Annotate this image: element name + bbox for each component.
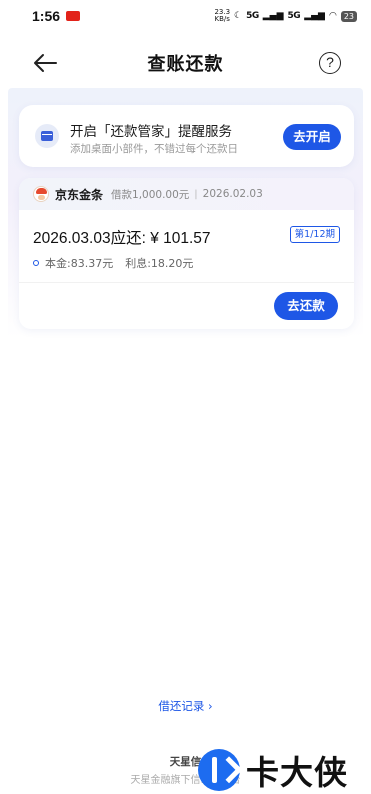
- watermark-text: 卡大侠: [246, 753, 348, 792]
- principal-amount: 本金:83.37元: [45, 257, 114, 270]
- separator: |: [194, 188, 198, 200]
- notification-icon: [66, 11, 81, 21]
- status-time: 1:56: [32, 8, 61, 24]
- repay-button[interactable]: 去还款: [274, 292, 338, 320]
- wifi-icon: ◠: [328, 11, 337, 21]
- signal-icon: 5G: [246, 11, 259, 21]
- reminder-subtitle: 添加桌面小部件，不错过每个还款日: [70, 143, 238, 155]
- loan-records-link[interactable]: 借还记录 ›: [0, 698, 371, 714]
- brand-name: 京东金条: [55, 187, 104, 202]
- loan-card: 京东金条 借款1,000.00元 | 2026.02.03 2026.03.03…: [19, 178, 354, 329]
- watermark: 卡大侠: [198, 746, 371, 794]
- period-badge: 第1/12期: [289, 226, 340, 243]
- loan-card-header: 京东金条 借款1,000.00元 | 2026.02.03: [19, 178, 354, 210]
- interest-amount: 利息:18.20元: [125, 257, 194, 270]
- arrow-left-icon: [34, 54, 57, 72]
- net-speed: 23.3 KB/s: [214, 8, 231, 23]
- help-button[interactable]: ?: [319, 52, 341, 74]
- bullet-icon: [33, 260, 39, 266]
- calendar-icon: [35, 124, 59, 148]
- amount-breakdown: 本金:83.37元 利息:18.20元: [33, 255, 193, 271]
- jd-jintiao-logo-icon: [33, 186, 49, 202]
- back-button[interactable]: [30, 50, 62, 76]
- battery-icon: 23: [340, 10, 357, 22]
- status-right: 23.3 KB/s ☾ 5G ▂▄▆ 5G ▂▄▆ ◠ 23: [214, 9, 357, 23]
- due-amount: 2026.03.03应还: ¥ 101.57: [33, 230, 211, 247]
- loan-amount: 借款1,000.00元: [111, 188, 190, 201]
- signal-icon-2: 5G: [287, 11, 301, 21]
- enable-reminder-button[interactable]: 去开启: [283, 124, 341, 150]
- status-bar: 1:56 23.3 KB/s ☾ 5G ▂▄▆ 5G ▂▄▆ ◠ 23: [0, 0, 371, 32]
- reminder-title: 开启「还款管家」提醒服务: [70, 124, 232, 140]
- signal-bars-icon: ▂▄▆: [262, 11, 284, 21]
- divider: [19, 282, 354, 283]
- moon-icon: ☾: [234, 11, 243, 21]
- header: 查账还款 ?: [0, 40, 371, 86]
- reminder-card: 开启「还款管家」提醒服务 添加桌面小部件，不错过每个还款日 去开启: [19, 105, 354, 167]
- watermark-logo-icon: [198, 749, 240, 791]
- loan-date: 2026.02.03: [202, 188, 263, 200]
- signal-bars-icon-2: ▂▄▆: [304, 11, 325, 21]
- page-title: 查账还款: [147, 54, 224, 75]
